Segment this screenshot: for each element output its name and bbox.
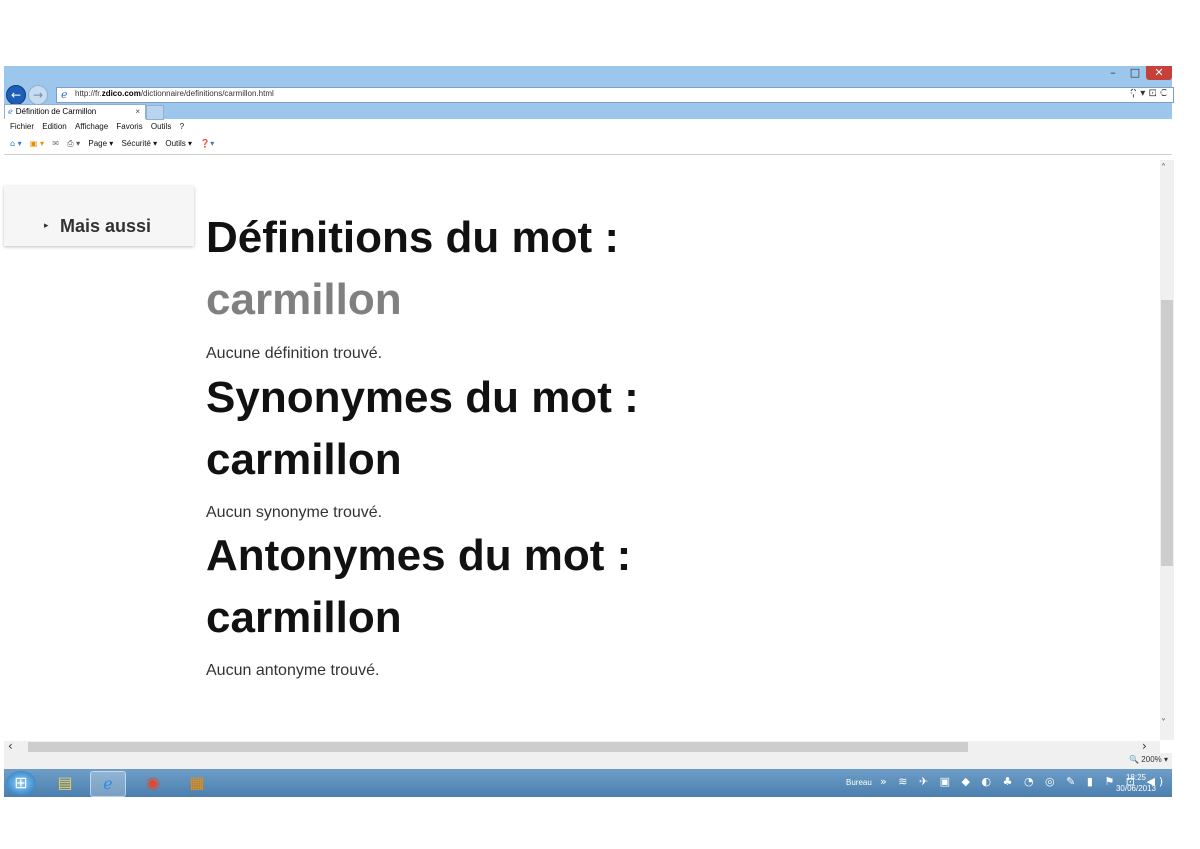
menu-affichage[interactable]: Affichage	[75, 122, 108, 131]
start-button[interactable]: ⊞	[6, 771, 36, 795]
address-row: ← → ℯ http://fr.zdico.com/dictionnaire/d…	[4, 84, 1174, 105]
definitions-word: carmillon	[206, 275, 402, 324]
menu-help[interactable]: ?	[180, 122, 184, 131]
status-bar	[4, 753, 1172, 769]
help-icon[interactable]: ❓▾	[200, 139, 214, 148]
clock-date: 30/06/2013	[1115, 784, 1157, 793]
minimize-button[interactable]: –	[1102, 66, 1124, 80]
tab-active[interactable]: ℯ Définition de Carmillon ×	[4, 104, 146, 119]
scroll-right-icon[interactable]: ›	[1142, 739, 1147, 753]
tools-menu[interactable]: Outils ▾	[165, 139, 192, 148]
menu-fichier[interactable]: Fichier	[10, 122, 34, 131]
rss-icon[interactable]: ▣ ▾	[30, 139, 44, 148]
caret-right-icon: ▸	[44, 221, 49, 231]
mail-icon[interactable]: ✉	[52, 139, 59, 148]
tab-row	[4, 104, 1172, 119]
ie-tab-icon: ℯ	[8, 107, 13, 116]
antonyms-heading: Antonymes du mot :	[206, 531, 632, 580]
scroll-down-icon[interactable]: ˅	[1161, 718, 1166, 729]
url-text: http://fr.zdico.com/dictionnaire/definit…	[75, 89, 274, 98]
new-tab-button[interactable]	[146, 105, 164, 120]
horizontal-scroll-thumb[interactable]	[28, 742, 968, 752]
internet-explorer-icon[interactable]: ℯ	[90, 771, 126, 797]
synonyms-text: Aucun synonyme trouvé.	[206, 504, 383, 521]
definitions-text: Aucune définition trouvé.	[206, 345, 383, 362]
scroll-left-icon[interactable]: ‹	[8, 739, 13, 753]
window-controls: – □ ✕	[1102, 66, 1172, 84]
taskbar-clock[interactable]: 18:25 30/06/2013	[1112, 772, 1160, 794]
ie-page-icon: ℯ	[61, 88, 68, 101]
security-menu[interactable]: Sécurité ▾	[122, 139, 158, 148]
tab-title: Définition de Carmillon	[15, 107, 97, 116]
chrome-icon[interactable]: ◉	[136, 771, 170, 795]
media-app-icon[interactable]: ▦	[180, 771, 214, 795]
definitions-heading: Définitions du mot :	[206, 213, 620, 262]
page-menu[interactable]: Page ▾	[88, 139, 113, 148]
forward-button[interactable]: →	[28, 85, 48, 105]
home-icon[interactable]: ⌂ ▾	[10, 139, 22, 148]
print-icon[interactable]: ⎙ ▾	[67, 139, 80, 148]
address-bar[interactable]: ℯ http://fr.zdico.com/dictionnaire/defin…	[56, 87, 1174, 103]
close-window-button[interactable]: ✕	[1146, 66, 1172, 80]
menu-bar: Fichier Edition Affichage Favoris Outils…	[4, 120, 1172, 134]
desktop-toolbar-label[interactable]: Bureau	[846, 778, 872, 787]
menu-outils[interactable]: Outils	[151, 122, 171, 131]
tab-close-button[interactable]: ×	[135, 105, 140, 119]
command-bar: ⌂ ▾ ▣ ▾ ✉ ⎙ ▾ Page ▾ Sécurité ▾ Outils ▾…	[4, 134, 1172, 155]
antonyms-text: Aucun antonyme trouvé.	[206, 662, 380, 679]
menu-edition[interactable]: Edition	[42, 122, 66, 131]
synonyms-heading: Synonymes du mot :	[206, 373, 639, 422]
antonyms-word: carmillon	[206, 593, 402, 642]
home-favorites-settings-icons[interactable]: ⌂ ★ ⚙	[1106, 86, 1170, 99]
synonyms-word: carmillon	[206, 435, 402, 484]
clock-time: 18:25	[1125, 773, 1147, 782]
vertical-scroll-thumb[interactable]	[1161, 300, 1173, 566]
sidebar-label[interactable]: Mais aussi	[60, 216, 151, 237]
zoom-level[interactable]: 🔍 200% ▾	[1129, 755, 1168, 764]
back-button[interactable]: ←	[6, 85, 26, 105]
menu-favoris[interactable]: Favoris	[116, 122, 142, 131]
window-titlebar	[4, 66, 1172, 85]
maximize-button[interactable]: □	[1124, 66, 1146, 80]
scroll-up-icon[interactable]: ˄	[1161, 163, 1166, 174]
file-explorer-icon[interactable]: ▤	[48, 771, 82, 795]
